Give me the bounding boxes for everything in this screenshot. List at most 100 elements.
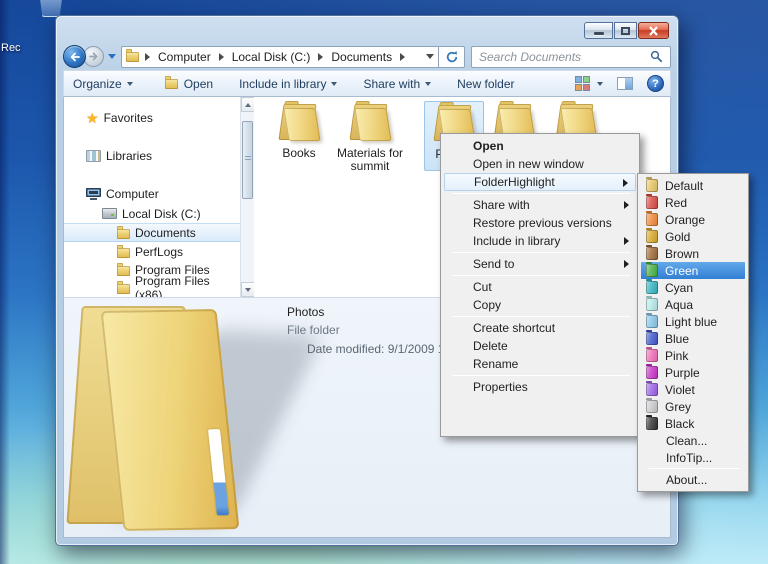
menu-item-copy[interactable]: Copy (444, 296, 636, 314)
menu-separator (452, 375, 630, 376)
menu-item-send-to[interactable]: Send to (444, 255, 636, 273)
menu-item-rename[interactable]: Rename (444, 355, 636, 373)
submenu-item-green[interactable]: Green (641, 262, 745, 279)
folder-label: Books (282, 147, 315, 160)
scrollbar-thumb[interactable] (242, 121, 253, 199)
submenu-item-blue[interactable]: Blue (641, 330, 745, 347)
menu-item-delete[interactable]: Delete (444, 337, 636, 355)
submenu-item-pink[interactable]: Pink (641, 347, 745, 364)
menu-item-include-in-library[interactable]: Include in library (444, 232, 636, 250)
include-in-library-button[interactable]: Include in library (230, 71, 346, 96)
submenu-item-orange[interactable]: Orange (641, 211, 745, 228)
search-icon[interactable] (650, 50, 663, 63)
submenu-item-purple[interactable]: Purple (641, 364, 745, 381)
submenu-item-brown[interactable]: Brown (641, 245, 745, 262)
submenu-item-infotip[interactable]: InfoTip... (641, 449, 745, 466)
close-icon (648, 26, 659, 36)
menu-item-folderhighlight[interactable]: FolderHighlight (444, 173, 636, 191)
colored-folder-icon (646, 281, 658, 294)
close-button[interactable] (638, 22, 669, 39)
folder-tile-materials[interactable]: Materials for summit (336, 103, 404, 173)
command-toolbar: Organize Open Include in library Share w… (63, 70, 671, 97)
chevron-down-icon (127, 82, 133, 86)
submenu-item-default[interactable]: Default (641, 177, 745, 194)
menu-item-label: Copy (473, 298, 501, 312)
desktop-icon-label[interactable]: Rec (1, 42, 21, 54)
computer-icon (86, 188, 101, 200)
refresh-button[interactable] (439, 46, 465, 68)
sidebar-item-perflogs[interactable]: PerfLogs (64, 242, 240, 261)
colored-folder-icon (646, 315, 658, 328)
submenu-item-about[interactable]: About... (641, 471, 745, 488)
menu-item-cut[interactable]: Cut (444, 278, 636, 296)
desktop: Rec Computer (0, 0, 768, 564)
menu-item-restore-previous-versions[interactable]: Restore previous versions (444, 214, 636, 232)
maximize-button[interactable] (614, 22, 637, 39)
scrollbar-down-button[interactable] (241, 282, 255, 297)
submenu-item-cyan[interactable]: Cyan (641, 279, 745, 296)
sidebar-item-documents[interactable]: Documents (64, 223, 240, 242)
new-folder-button[interactable]: New folder (448, 71, 523, 96)
organize-button[interactable]: Organize (64, 71, 142, 96)
back-button[interactable] (63, 45, 86, 68)
refresh-icon (445, 50, 459, 64)
submenu-item-label: Purple (665, 366, 700, 380)
sidebar-item-label: Local Disk (C:) (122, 207, 201, 221)
menu-item-open[interactable]: Open (444, 137, 636, 155)
address-dropdown-icon[interactable] (426, 54, 434, 59)
forward-arrow-icon (88, 51, 99, 62)
sidebar-scrollbar[interactable] (240, 97, 254, 297)
chevron-down-icon (425, 82, 431, 86)
submenu-item-clean[interactable]: Clean... (641, 432, 745, 449)
details-date-modified: Date modified: 9/1/2009 12: (307, 342, 454, 356)
submenu-item-gold[interactable]: Gold (641, 228, 745, 245)
sidebar-item-label: Computer (106, 187, 159, 201)
share-with-label: Share with (363, 77, 420, 91)
submenu-arrow-icon (624, 260, 629, 268)
folder-tile-books[interactable]: Books (268, 103, 330, 160)
submenu-item-violet[interactable]: Violet (641, 381, 745, 398)
submenu-arrow-icon (624, 237, 629, 245)
title-bar[interactable] (56, 16, 678, 43)
arrow-down-icon (245, 288, 251, 292)
forward-button[interactable] (83, 46, 104, 67)
submenu-item-light-blue[interactable]: Light blue (641, 313, 745, 330)
folder-icon (348, 103, 392, 143)
breadcrumb-computer[interactable]: Computer (156, 50, 213, 64)
minimize-button[interactable] (584, 22, 613, 39)
sidebar-item-favorites[interactable]: ★ Favorites (64, 108, 240, 127)
sidebar-item-program-files-x86[interactable]: Program Files (x86) (64, 278, 240, 297)
folder-icon (117, 248, 130, 258)
open-button[interactable]: Open (156, 71, 222, 96)
sidebar-item-local-disk[interactable]: Local Disk (C:) (64, 204, 240, 223)
menu-item-share-with[interactable]: Share with (444, 196, 636, 214)
menu-item-create-shortcut[interactable]: Create shortcut (444, 319, 636, 337)
submenu-item-grey[interactable]: Grey (641, 398, 745, 415)
menu-item-open-new-window[interactable]: Open in new window (444, 155, 636, 173)
recent-pages-chevron-icon[interactable] (108, 54, 116, 59)
toolbar-right-icons (575, 71, 664, 96)
help-button[interactable] (647, 75, 664, 92)
submenu-item-red[interactable]: Red (641, 194, 745, 211)
colored-folder-icon (646, 383, 658, 396)
menu-item-label: Restore previous versions (473, 216, 612, 230)
share-with-button[interactable]: Share with (354, 71, 440, 96)
breadcrumb-documents[interactable]: Documents (329, 50, 394, 64)
submenu-item-black[interactable]: Black (641, 415, 745, 432)
breadcrumb-local-disk[interactable]: Local Disk (C:) (230, 50, 313, 64)
search-input[interactable]: Search Documents (471, 46, 671, 68)
submenu-item-aqua[interactable]: Aqua (641, 296, 745, 313)
scrollbar-up-button[interactable] (241, 97, 255, 112)
views-dropdown-icon[interactable] (597, 82, 603, 86)
sidebar-item-computer[interactable]: Computer (64, 184, 240, 203)
address-bar[interactable]: Computer Local Disk (C:) Documents (121, 46, 439, 68)
menu-item-properties[interactable]: Properties (444, 378, 636, 396)
preview-pane-button[interactable] (617, 77, 633, 90)
large-folder-preview-icon (66, 302, 276, 538)
submenu-item-label: Black (665, 417, 694, 431)
sidebar-item-label: Libraries (106, 149, 152, 163)
sidebar-item-label: PerfLogs (135, 245, 183, 259)
menu-item-label: Cut (473, 280, 492, 294)
sidebar-item-libraries[interactable]: Libraries (64, 146, 240, 165)
change-view-button[interactable] (575, 76, 590, 91)
